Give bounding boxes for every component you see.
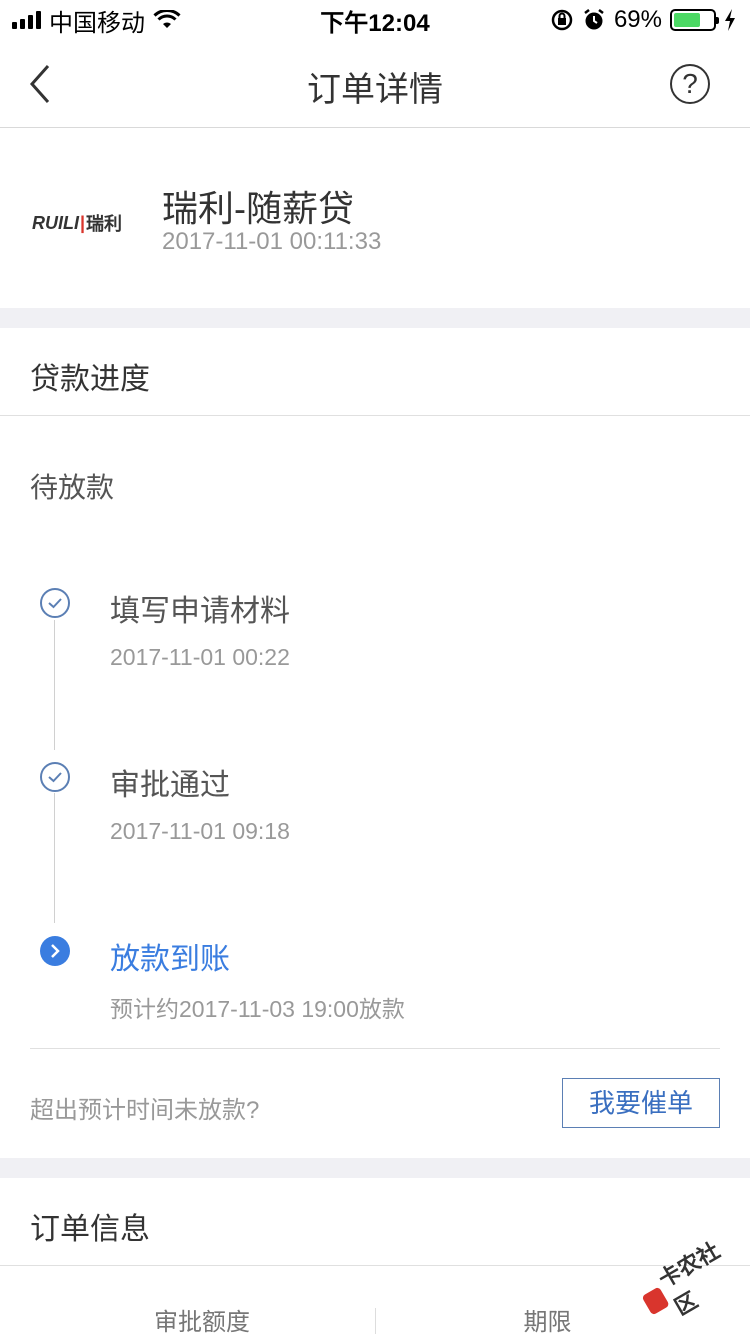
- order-info-title: 订单信息: [30, 1213, 150, 1246]
- rotation-lock-icon: [551, 9, 573, 31]
- step-time: 2017-11-01 09:18: [110, 818, 290, 844]
- check-icon: [48, 598, 62, 609]
- loan-progress-header: 贷款进度: [0, 328, 750, 416]
- battery-icon: [670, 9, 719, 31]
- carrier-label: 中国移动: [49, 9, 145, 37]
- logo-text-chinese: 瑞利: [86, 214, 123, 234]
- alarm-icon: [584, 9, 604, 30]
- timeline-connector: [54, 620, 55, 750]
- product-header: RUILI | 瑞利 瑞利-随薪贷 2017-11-01 00:11:33: [0, 128, 750, 308]
- signal-icon: [12, 11, 41, 29]
- overdue-prompt: 超出预计时间未放款?: [30, 1097, 260, 1124]
- urge-order-button[interactable]: 我要催单: [562, 1078, 720, 1128]
- divider: [30, 1048, 720, 1049]
- step-done-icon: [40, 588, 70, 618]
- loan-status: 待放款: [30, 472, 115, 503]
- product-name: 瑞利-随薪贷: [162, 188, 354, 229]
- section-gap: [0, 308, 750, 328]
- step-time: 预计约2017-11-03 19:00放款: [110, 996, 405, 1022]
- logo-text-latin: RUILI: [32, 212, 79, 233]
- status-bar: 中国移动 下午12:04 69%: [0, 0, 750, 40]
- page-title: 订单详情: [307, 71, 443, 109]
- column-approved-amount: 审批额度: [154, 1309, 250, 1334]
- product-logo: RUILI | 瑞利: [32, 212, 132, 235]
- battery-fill: [674, 13, 701, 27]
- product-created-time: 2017-11-01 00:11:33: [162, 228, 382, 255]
- timeline-connector: [54, 793, 55, 923]
- step-title: 填写申请材料: [110, 595, 290, 628]
- battery-percent: 69%: [613, 6, 662, 33]
- section-gap: [0, 1158, 750, 1178]
- logo-separator: |: [80, 212, 86, 233]
- status-bar-right: 69%: [550, 6, 736, 34]
- charging-bolt-icon: [725, 9, 735, 31]
- step-title: 审批通过: [110, 769, 230, 802]
- status-bar-left: 中国移动: [12, 3, 181, 38]
- step-active-icon: [40, 936, 70, 966]
- chevron-right-icon: [51, 944, 60, 958]
- wifi-icon: [153, 10, 181, 28]
- check-icon: [48, 772, 62, 783]
- step-time: 2017-11-01 00:22: [110, 644, 290, 670]
- help-button[interactable]: ?: [670, 64, 710, 104]
- step-title-active: 放款到账: [110, 943, 230, 976]
- order-info-header: 订单信息: [0, 1178, 750, 1266]
- loan-progress-title: 贷款进度: [30, 363, 150, 396]
- nav-bar: 订单详情 ?: [0, 40, 750, 128]
- step-done-icon: [40, 762, 70, 792]
